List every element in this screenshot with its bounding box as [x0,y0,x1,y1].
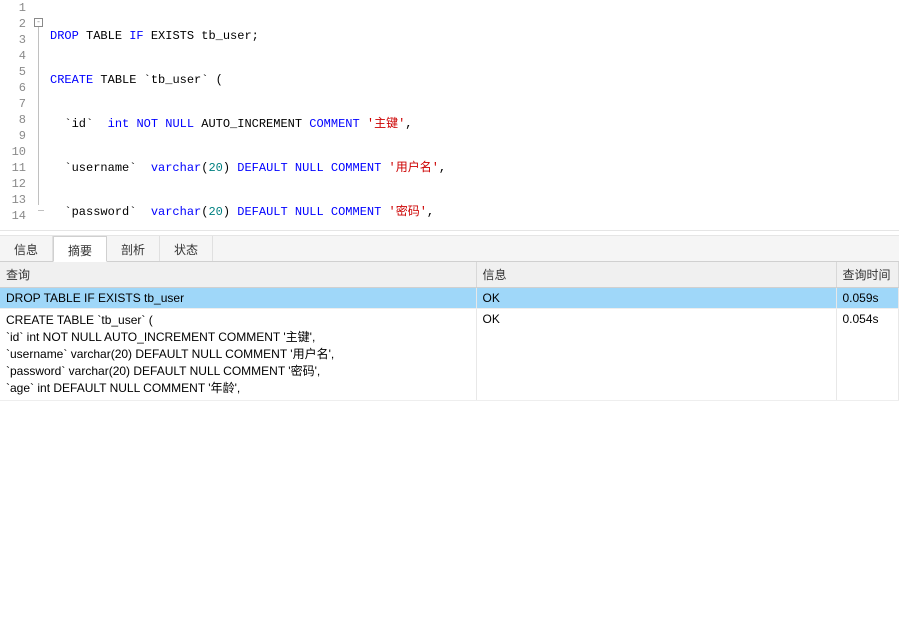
tab-profile[interactable]: 剖析 [107,236,160,261]
fold-guide-end [38,210,44,211]
code-area[interactable]: DROP TABLE IF EXISTS tb_user; CREATE TAB… [46,0,899,230]
cell-time: 0.054s [836,309,899,401]
fold-toggle-icon[interactable]: - [34,18,43,27]
cell-query: CREATE TABLE `tb_user` ( `id` int NOT NU… [0,309,476,401]
line-number-gutter: 1 2 3 4 5 6 7 8 9 10 11 12 13 14 [0,0,34,230]
cell-info: OK [476,288,836,309]
col-header-query[interactable]: 查询 [0,262,476,288]
table-row[interactable]: CREATE TABLE `tb_user` ( `id` int NOT NU… [0,309,899,401]
code-line: `password` varchar(20) DEFAULT NULL COMM… [50,204,899,220]
cell-info: OK [476,309,836,401]
tab-status[interactable]: 状态 [160,236,213,261]
code-line: DROP TABLE IF EXISTS tb_user; [50,28,899,44]
code-line: `username` varchar(20) DEFAULT NULL COMM… [50,160,899,176]
col-header-info[interactable]: 信息 [476,262,836,288]
fold-guide-line [38,27,39,205]
fold-column: - [34,0,46,230]
result-table: 查询 信息 查询时间 DROP TABLE IF EXISTS tb_user … [0,262,899,401]
tab-summary[interactable]: 摘要 [53,236,107,262]
cell-query: DROP TABLE IF EXISTS tb_user [0,288,476,309]
sql-editor[interactable]: 1 2 3 4 5 6 7 8 9 10 11 12 13 14 - DROP … [0,0,899,230]
code-line: CREATE TABLE `tb_user` ( [50,72,899,88]
tab-messages[interactable]: 信息 [0,236,53,261]
result-header-row: 查询 信息 查询时间 [0,262,899,288]
result-tabs: 信息 摘要 剖析 状态 [0,236,899,262]
table-row[interactable]: DROP TABLE IF EXISTS tb_user OK 0.059s [0,288,899,309]
cell-time: 0.059s [836,288,899,309]
code-line: `id` int NOT NULL AUTO_INCREMENT COMMENT… [50,116,899,132]
col-header-time[interactable]: 查询时间 [836,262,899,288]
